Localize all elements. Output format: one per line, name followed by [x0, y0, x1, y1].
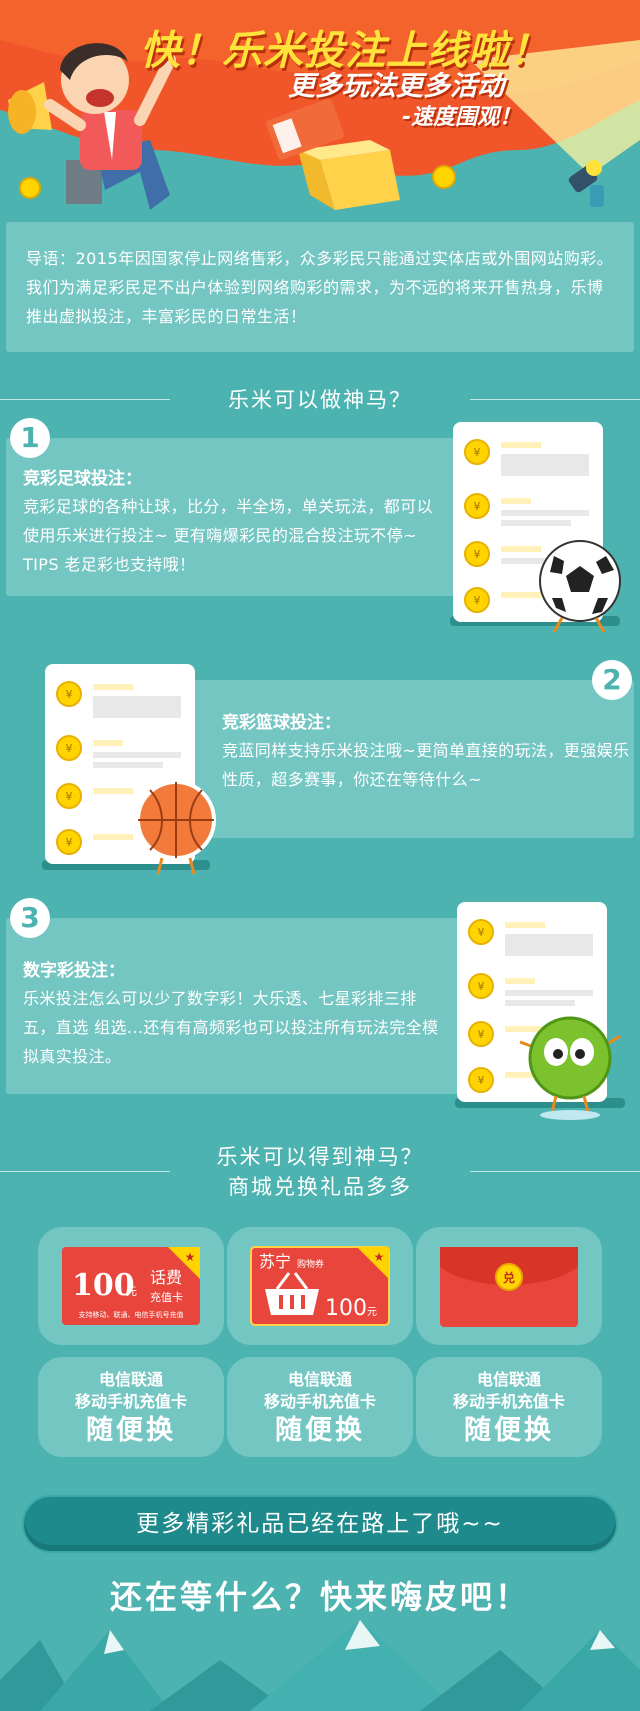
mountains-decoration	[0, 1620, 640, 1711]
svg-text:话费: 话费	[150, 1268, 182, 1287]
svg-text:¥: ¥	[474, 594, 481, 607]
svg-text:¥: ¥	[66, 742, 73, 755]
svg-text:苏宁: 苏宁	[259, 1252, 291, 1271]
feature-card-number-lottery: 数字彩投注： 乐米投注怎么可以少了数字彩！大乐透、七星彩排三排五，直选 组选..…	[6, 918, 480, 1094]
svg-text:购物券: 购物券	[297, 1258, 324, 1270]
feature-text: 乐米投注怎么可以少了数字彩！大乐透、七星彩排三排五，直选 组选...还有有高频彩…	[23, 989, 439, 1066]
svg-text:100: 100	[325, 1296, 367, 1321]
basketball-icon	[136, 780, 216, 875]
svg-text:¥: ¥	[66, 790, 73, 803]
lottery-ball-mascot-icon	[519, 1016, 621, 1120]
phone-credit-card: ★ 100 元 话费 充值卡 支持移动、联通、电信手机号充值	[62, 1247, 200, 1325]
feature-text: 竞彩足球的各种让球，比分，半全场，单关玩法，都可以使用乐米进行投注~ 更有嗨爆彩…	[23, 497, 434, 574]
feature-title: 竞彩篮球投注：	[222, 713, 341, 733]
star-icon: ★	[374, 1250, 385, 1264]
svg-text:兑: 兑	[503, 1270, 515, 1285]
svg-text:¥: ¥	[478, 1028, 485, 1041]
gift-caption: 电信联通 移动手机充值卡 随便换	[227, 1357, 413, 1457]
svg-text:¥: ¥	[478, 1074, 485, 1087]
football-icon	[539, 540, 621, 633]
red-envelope-icon: 兑	[440, 1247, 578, 1327]
subheadline-sub: -速度围观！	[402, 105, 522, 130]
svg-text:充值卡: 充值卡	[150, 1290, 183, 1304]
gift-card-phone-credit[interactable]: ★ 100 元 话费 充值卡 支持移动、联通、电信手机号充值	[38, 1227, 224, 1345]
feature-title: 竞彩足球投注：	[23, 469, 142, 489]
feature-title: 数字彩投注：	[23, 961, 125, 981]
svg-text:元: 元	[126, 1285, 137, 1298]
svg-text:¥: ¥	[474, 446, 481, 459]
feature-text: 竞蓝同样支持乐米投注哦~更简单直接的玩法，更强娱乐性质，超多赛事，你还在等待什么…	[222, 741, 630, 789]
subheadline: 更多玩法更多活动	[288, 71, 504, 102]
section-title-rewards: 乐米可以得到神马？	[216, 1145, 424, 1169]
gift-red-envelope[interactable]: 兑	[416, 1227, 602, 1345]
star-icon: ★	[185, 1250, 196, 1264]
svg-text:¥: ¥	[478, 980, 485, 993]
gift-caption: 电信联通 移动手机充值卡 随便换	[38, 1357, 224, 1457]
svg-text:支持移动、联通、电信手机号充值: 支持移动、联通、电信手机号充值	[79, 1310, 184, 1319]
more-gifts-banner[interactable]: 更多精彩礼品已经在路上了哦~~	[22, 1495, 618, 1553]
coin-icon	[19, 177, 41, 199]
svg-text:元: 元	[367, 1307, 377, 1318]
gift-card-suning-coupon[interactable]: ★ 苏宁 购物券 100 元	[227, 1227, 413, 1345]
intro-text: 导语：2015年因国家停止网络售彩，众多彩民只能通过实体店或外围网站购彩。我们为…	[26, 249, 614, 326]
svg-text:¥: ¥	[474, 548, 481, 561]
feature-card-football: 竞彩足球投注： 竞彩足球的各种让球，比分，半全场，单关玩法，都可以使用乐米进行投…	[6, 438, 480, 596]
intro-box: 导语：2015年因国家停止网络售彩，众多彩民只能通过实体店或外围网站购彩。我们为…	[6, 222, 634, 352]
gift-caption: 电信联通 移动手机充值卡 随便换	[416, 1357, 602, 1457]
coin-icon	[432, 165, 456, 189]
step-number-1: 1	[10, 418, 50, 458]
section-title-what: 乐米可以做神马？	[228, 388, 412, 412]
svg-text:¥: ¥	[478, 926, 485, 939]
svg-text:¥: ¥	[66, 688, 73, 701]
feature-card-basketball: 竞彩篮球投注： 竞蓝同样支持乐米投注哦~更简单直接的玩法，更强娱乐性质，超多赛事…	[160, 680, 634, 838]
header-banner: 快！乐米投注上线啦！ 更多玩法更多活动 -速度围观！	[0, 0, 640, 230]
step-number-2: 2	[592, 660, 632, 700]
step-number-3: 3	[10, 898, 50, 938]
section-subtitle-rewards: 商城兑换礼品多多	[228, 1175, 412, 1199]
svg-text:¥: ¥	[66, 836, 73, 849]
suning-coupon-card: ★ 苏宁 购物券 100 元	[250, 1246, 390, 1326]
svg-text:¥: ¥	[474, 500, 481, 513]
